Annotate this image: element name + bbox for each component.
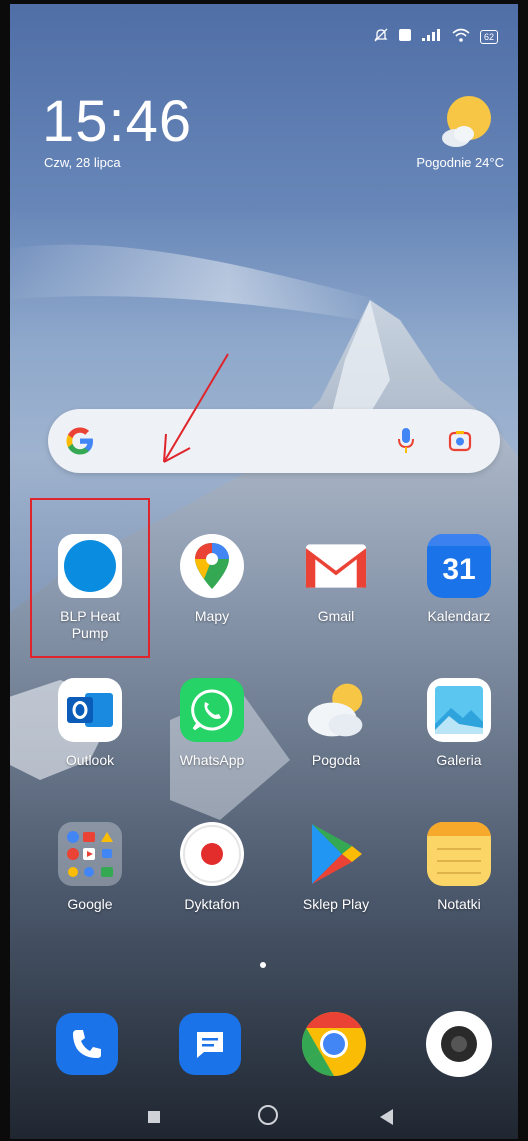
app-label: BLP Heat Pump (60, 608, 120, 641)
outlook-icon (58, 678, 122, 742)
play-store-icon (304, 822, 368, 886)
app-dyktafon[interactable]: Dyktafon (157, 822, 267, 913)
status-bar: 62 (374, 28, 498, 45)
app-label: Sklep Play (302, 896, 370, 912)
app-sklep-play[interactable]: Sklep Play (281, 822, 391, 913)
google-folder-icon (58, 822, 122, 886)
maps-icon (180, 534, 244, 598)
whatsapp-icon (180, 678, 244, 742)
chrome-icon (301, 1011, 367, 1077)
clock-time[interactable]: 15:46 (42, 88, 192, 155)
dock-chrome[interactable] (279, 1011, 389, 1077)
volte-icon (398, 28, 412, 45)
recents-button[interactable] (148, 1111, 160, 1123)
mute-icon (374, 28, 388, 45)
calendar-icon: 31 (427, 534, 491, 598)
recorder-icon (180, 822, 244, 886)
app-label: Galeria (436, 752, 482, 768)
app-kalendarz[interactable]: 31 Kalendarz (404, 534, 514, 625)
dock-messages[interactable] (155, 1013, 265, 1075)
back-button[interactable] (380, 1109, 393, 1125)
app-notatki[interactable]: Notatki (404, 822, 514, 913)
microphone-icon[interactable] (396, 427, 416, 460)
app-label: Mapy (194, 608, 230, 624)
app-label: Google (67, 896, 113, 912)
calendar-day: 31 (442, 553, 476, 586)
weather-summary[interactable]: Pogodnie 24°C (416, 155, 504, 170)
blp-heat-pump-icon (58, 534, 122, 598)
sun-cloud-icon[interactable] (436, 94, 494, 152)
app-mapy[interactable]: Mapy (157, 534, 267, 625)
home-button[interactable] (258, 1105, 278, 1125)
app-label: Pogoda (311, 752, 361, 768)
messages-icon (179, 1013, 241, 1075)
dock-camera[interactable] (404, 1011, 514, 1077)
phone-icon (56, 1013, 118, 1075)
app-label: Outlook (65, 752, 115, 768)
clock-date: Czw, 28 lipca (44, 155, 121, 170)
notes-icon (427, 822, 491, 886)
camera-icon (426, 1011, 492, 1077)
app-whatsapp[interactable]: WhatsApp (157, 678, 267, 769)
app-outlook[interactable]: Outlook (35, 678, 145, 769)
google-lens-icon[interactable] (448, 429, 472, 458)
app-pogoda[interactable]: Pogoda (281, 678, 391, 769)
wifi-icon (452, 28, 470, 45)
app-label: WhatsApp (179, 752, 245, 768)
google-search-bar[interactable] (48, 409, 500, 473)
navigation-bar (0, 1091, 528, 1141)
app-folder-google[interactable]: Google (35, 822, 145, 913)
home-screen: 62 15:46 Czw, 28 lipca Pogodnie 24°C BLP… (0, 0, 528, 1141)
page-indicator (260, 962, 266, 968)
app-label: Notatki (437, 896, 481, 912)
battery-indicator: 62 (479, 29, 498, 44)
gmail-icon (304, 534, 368, 598)
app-blp-heat-pump[interactable]: BLP Heat Pump (35, 534, 145, 642)
app-label: Kalendarz (427, 608, 491, 624)
weather-app-icon (304, 678, 368, 742)
app-label: Gmail (317, 608, 355, 624)
app-label: Dyktafon (184, 896, 240, 912)
google-logo-icon (64, 425, 96, 465)
dock-phone[interactable] (32, 1013, 142, 1075)
gallery-icon (427, 678, 491, 742)
app-galeria[interactable]: Galeria (404, 678, 514, 769)
signal-icon (421, 29, 442, 44)
app-gmail[interactable]: Gmail (281, 534, 391, 625)
